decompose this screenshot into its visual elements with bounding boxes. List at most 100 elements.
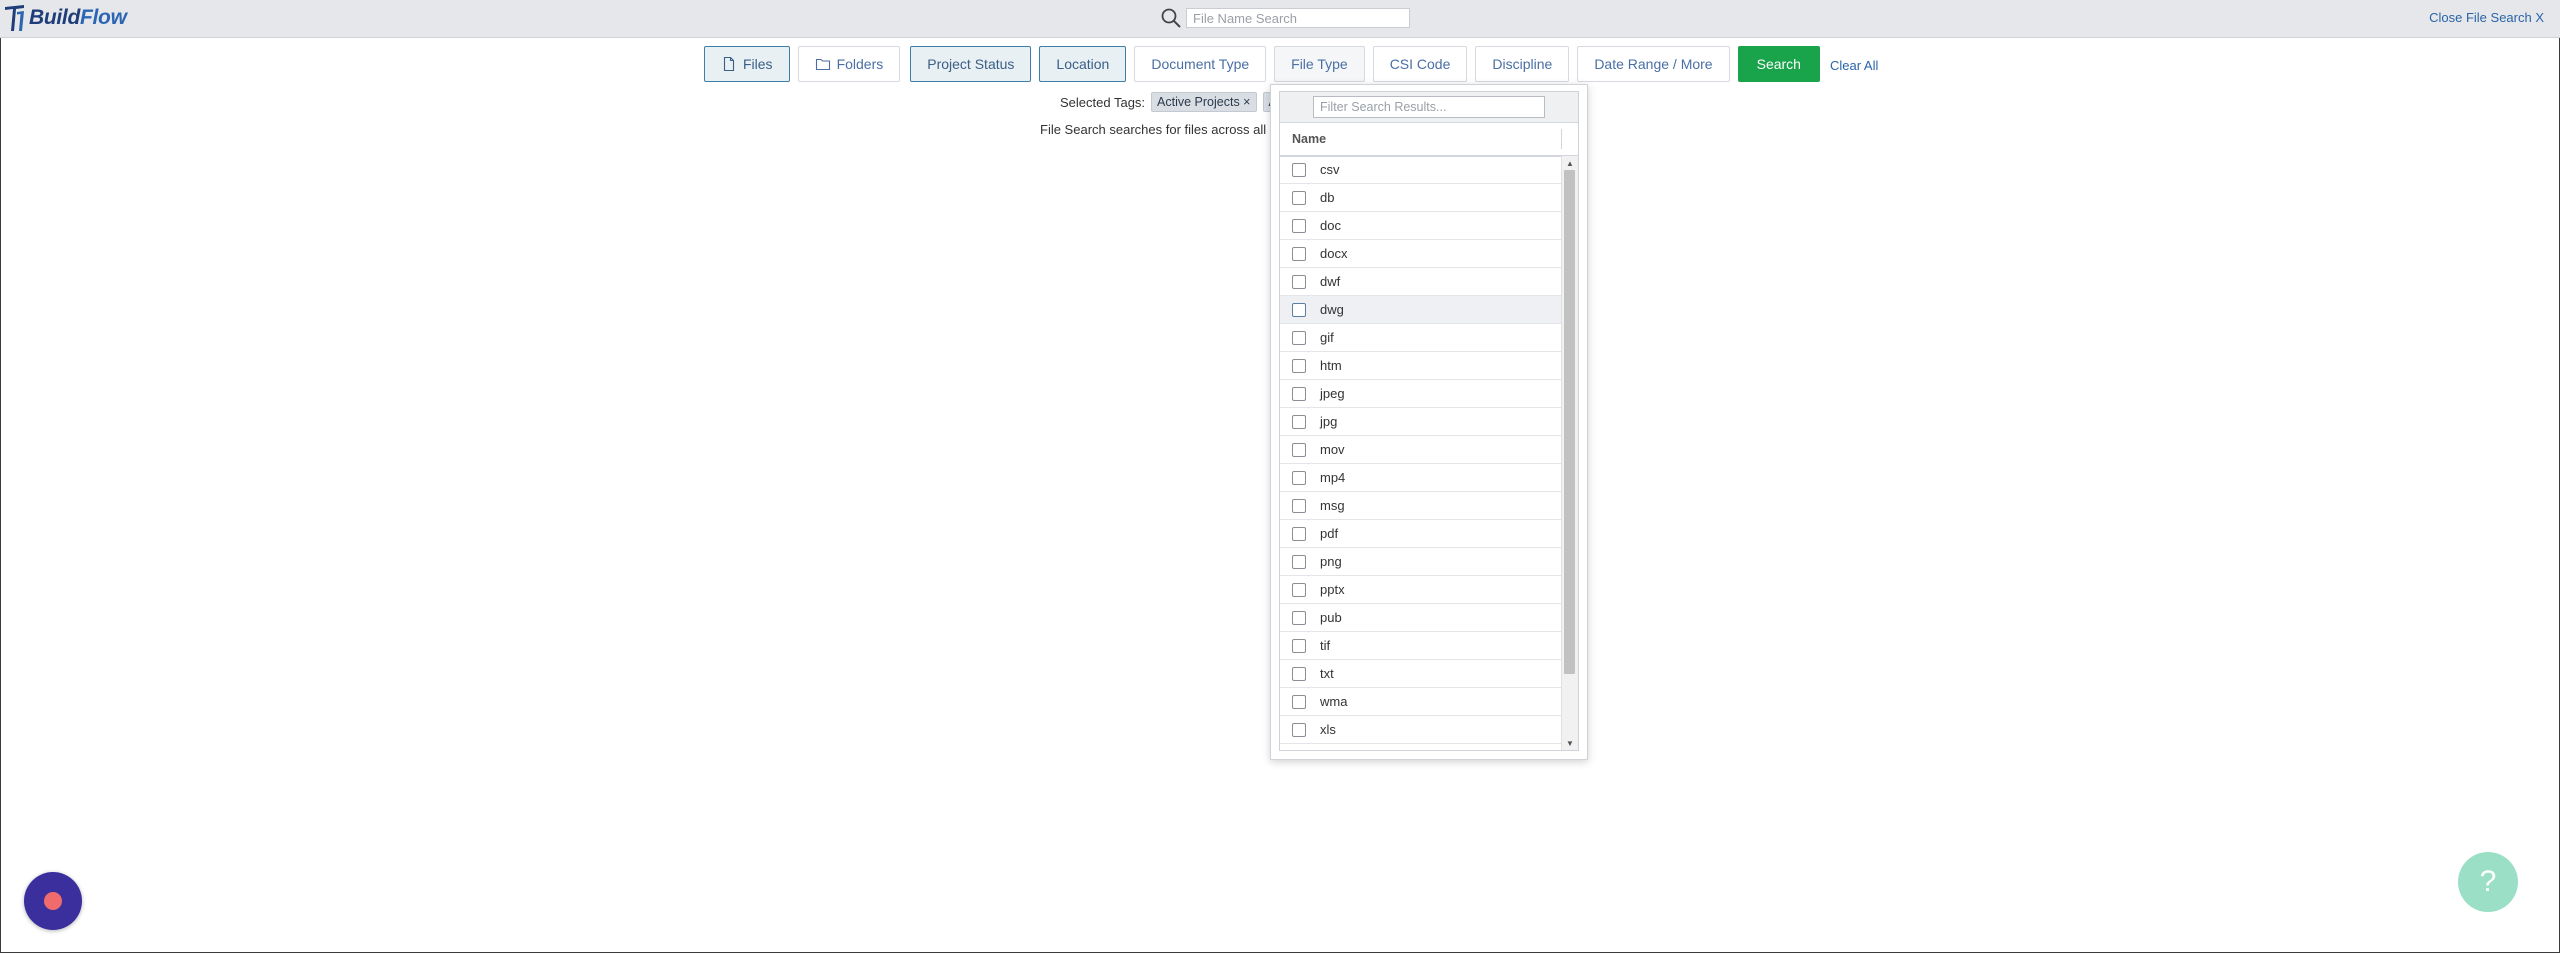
column-separator bbox=[1561, 129, 1562, 149]
file-type-option-tif[interactable]: tif bbox=[1280, 632, 1562, 660]
checkbox[interactable] bbox=[1292, 274, 1306, 289]
file-type-option-docx[interactable]: docx bbox=[1280, 240, 1562, 268]
file-type-option-mp4[interactable]: mp4 bbox=[1280, 464, 1562, 492]
search-icon[interactable] bbox=[1160, 7, 1182, 29]
file-type-label: jpg bbox=[1320, 414, 1338, 429]
scroll-thumb[interactable] bbox=[1564, 170, 1575, 674]
scroll-down-arrow-icon[interactable]: ▼ bbox=[1562, 736, 1578, 750]
checkbox[interactable] bbox=[1292, 358, 1306, 373]
file-name-search-input[interactable] bbox=[1186, 8, 1410, 28]
logo-text-flow: Flow bbox=[80, 6, 127, 29]
file-type-option-db[interactable]: db bbox=[1280, 184, 1562, 212]
file-type-option-pptx[interactable]: pptx bbox=[1280, 576, 1562, 604]
checkbox[interactable] bbox=[1292, 386, 1306, 401]
file-type-label: txt bbox=[1320, 666, 1334, 681]
project-status-filter-button[interactable]: Project Status bbox=[910, 46, 1032, 82]
file-type-option-txt[interactable]: txt bbox=[1280, 660, 1562, 688]
file-type-label: dwf bbox=[1320, 274, 1341, 289]
files-toggle-label: Files bbox=[743, 56, 773, 72]
file-type-label: docx bbox=[1320, 246, 1348, 261]
file-type-label: dwg bbox=[1320, 302, 1344, 317]
file-type-option-htm[interactable]: htm bbox=[1280, 352, 1562, 380]
file-type-label: csv bbox=[1320, 162, 1340, 177]
tag-chip[interactable]: Active Projects × bbox=[1151, 92, 1257, 112]
checkbox[interactable] bbox=[1292, 414, 1306, 429]
checkbox[interactable] bbox=[1292, 442, 1306, 457]
file-type-label: pub bbox=[1320, 610, 1342, 625]
file-type-option-xlsx[interactable]: xlsx bbox=[1280, 744, 1562, 750]
discipline-filter-button[interactable]: Discipline bbox=[1475, 46, 1570, 82]
file-type-list: csv db doc docx dwf dwg gif htm jpeg jpg mov mp4 msg… bbox=[1280, 156, 1562, 750]
logo[interactable]: BuildFlow bbox=[4, 4, 127, 32]
file-name-search bbox=[1160, 7, 1410, 29]
record-button[interactable] bbox=[24, 872, 82, 930]
list-scrollbar[interactable]: ▲ ▼ bbox=[1561, 156, 1578, 750]
csi-code-filter-button[interactable]: CSI Code bbox=[1372, 46, 1468, 82]
file-type-label: png bbox=[1320, 554, 1342, 569]
file-type-dropdown: Name csv db doc docx dwf dwg gif htm jpeg jpg mov m… bbox=[1270, 84, 1588, 760]
checkbox[interactable] bbox=[1292, 638, 1306, 653]
file-type-option-jpg[interactable]: jpg bbox=[1280, 408, 1562, 436]
folders-toggle-label: Folders bbox=[836, 56, 884, 72]
column-header-name[interactable]: Name bbox=[1280, 123, 1578, 157]
file-type-option-gif[interactable]: gif bbox=[1280, 324, 1562, 352]
file-type-grid: Name csv db doc docx dwf dwg gif htm jpeg jpg mov m… bbox=[1279, 91, 1579, 751]
document-type-filter-button[interactable]: Document Type bbox=[1134, 46, 1267, 82]
record-icon bbox=[44, 892, 62, 910]
file-type-option-dwf[interactable]: dwf bbox=[1280, 268, 1562, 296]
file-type-filter-button[interactable]: File Type bbox=[1274, 46, 1365, 82]
folders-toggle-button[interactable]: Folders bbox=[797, 46, 901, 82]
buildflow-logo-icon bbox=[5, 5, 24, 31]
file-icon bbox=[723, 56, 735, 72]
checkbox[interactable] bbox=[1292, 610, 1306, 625]
file-type-label: gif bbox=[1320, 330, 1334, 345]
checkbox[interactable] bbox=[1292, 190, 1306, 205]
file-type-option-wma[interactable]: wma bbox=[1280, 688, 1562, 716]
file-type-option-jpeg[interactable]: jpeg bbox=[1280, 380, 1562, 408]
date-range-more-filter-button[interactable]: Date Range / More bbox=[1577, 46, 1730, 82]
checkbox[interactable] bbox=[1292, 666, 1306, 681]
file-type-option-png[interactable]: png bbox=[1280, 548, 1562, 576]
file-type-label: tif bbox=[1320, 638, 1331, 653]
checkbox[interactable] bbox=[1292, 330, 1306, 345]
file-type-label: wma bbox=[1320, 694, 1348, 709]
scroll-up-arrow-icon[interactable]: ▲ bbox=[1562, 156, 1578, 170]
file-type-option-pub[interactable]: pub bbox=[1280, 604, 1562, 632]
file-type-option-msg[interactable]: msg bbox=[1280, 492, 1562, 520]
checkbox[interactable] bbox=[1292, 162, 1306, 177]
file-type-label: db bbox=[1320, 190, 1335, 205]
file-type-label: mp4 bbox=[1320, 470, 1346, 485]
checkbox[interactable] bbox=[1292, 302, 1306, 317]
column-header-label: Name bbox=[1292, 132, 1327, 146]
checkbox[interactable] bbox=[1292, 694, 1306, 709]
selected-tags: Selected Tags: Active Projects × Arc bbox=[1060, 91, 1294, 113]
close-file-search-link[interactable]: Close File Search X bbox=[2429, 10, 2544, 25]
checkbox[interactable] bbox=[1292, 498, 1306, 513]
checkbox[interactable] bbox=[1292, 246, 1306, 261]
file-type-option-mov[interactable]: mov bbox=[1280, 436, 1562, 464]
file-type-option-xls[interactable]: xls bbox=[1280, 716, 1562, 744]
file-type-label: doc bbox=[1320, 218, 1341, 233]
checkbox[interactable] bbox=[1292, 582, 1306, 597]
file-type-label: msg bbox=[1320, 498, 1345, 513]
help-button[interactable]: ? bbox=[2458, 852, 2518, 912]
file-type-option-dwg[interactable]: dwg bbox=[1280, 296, 1562, 324]
checkbox[interactable] bbox=[1292, 218, 1306, 233]
search-button[interactable]: Search bbox=[1737, 46, 1820, 82]
filter-bar bbox=[1280, 92, 1578, 123]
file-type-option-pdf[interactable]: pdf bbox=[1280, 520, 1562, 548]
filter-search-results-input[interactable] bbox=[1313, 96, 1545, 118]
files-toggle-button[interactable]: Files bbox=[704, 46, 790, 82]
clear-all-link[interactable]: Clear All bbox=[1830, 58, 1878, 73]
checkbox[interactable] bbox=[1292, 526, 1306, 541]
file-type-label: htm bbox=[1320, 358, 1342, 373]
filter-toolbar: Files Folders Project Status Location Do… bbox=[704, 45, 1878, 83]
checkbox[interactable] bbox=[1292, 470, 1306, 485]
file-type-option-doc[interactable]: doc bbox=[1280, 212, 1562, 240]
file-type-option-csv[interactable]: csv bbox=[1280, 156, 1562, 184]
checkbox[interactable] bbox=[1292, 722, 1306, 737]
file-type-label: mov bbox=[1320, 442, 1345, 457]
checkbox[interactable] bbox=[1292, 554, 1306, 569]
location-filter-button[interactable]: Location bbox=[1039, 46, 1127, 82]
top-bar: BuildFlow Close File Search X bbox=[0, 0, 2560, 38]
